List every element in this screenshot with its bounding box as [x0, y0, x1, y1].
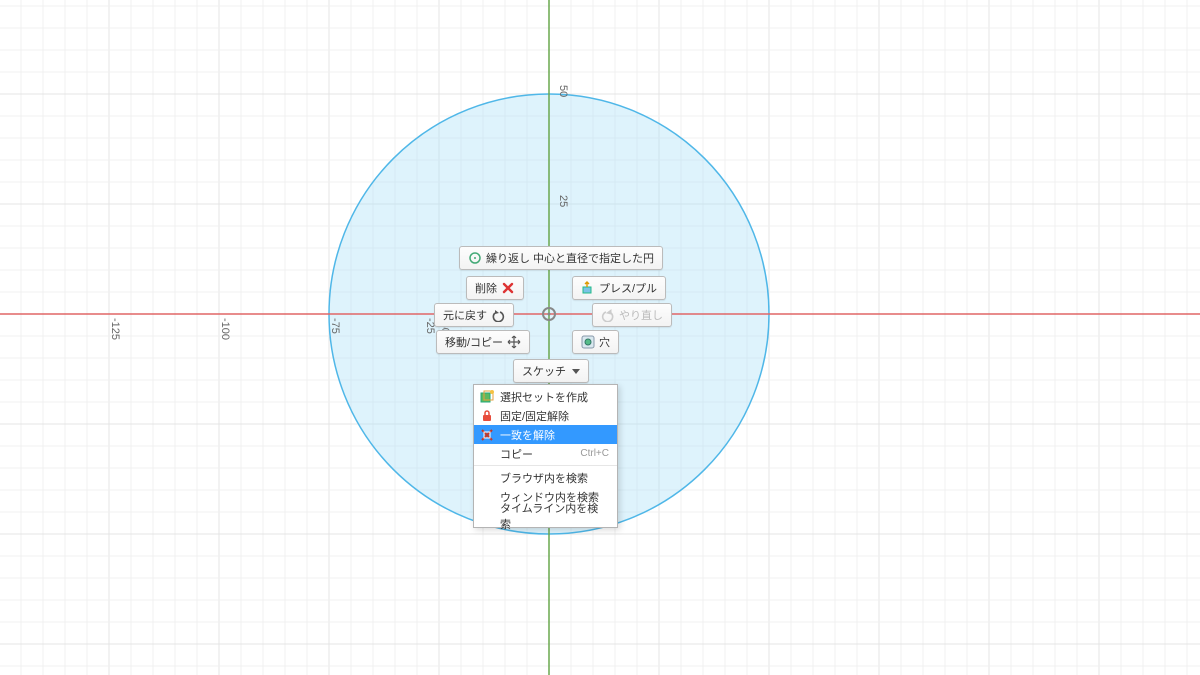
menu-item-break-coincident[interactable]: 一致を解除: [474, 425, 617, 444]
hole-button[interactable]: 穴: [572, 330, 619, 354]
tick-y-1: 25: [557, 195, 569, 207]
move-arrows-icon: [507, 335, 521, 349]
menu-item-fix-unfix[interactable]: 固定/固定解除: [474, 406, 617, 425]
sketch-dropdown-button[interactable]: スケッチ: [513, 359, 589, 383]
context-menu[interactable]: 選択セットを作成 固定/固定解除 一致を解除 コピー Ctrl+C ブラウザ内を…: [473, 384, 618, 528]
redo-label: やり直し: [619, 307, 663, 323]
press-pull-icon: [581, 281, 595, 295]
press-pull-button[interactable]: プレス/プル: [572, 276, 666, 300]
delete-label: 削除: [475, 280, 497, 296]
repeat-last-button[interactable]: 繰り返し 中心と直径で指定した円: [459, 246, 663, 270]
press-pull-label: プレス/プル: [599, 280, 657, 296]
menu-item-create-selection-set[interactable]: 選択セットを作成: [474, 387, 617, 406]
delete-x-icon: [501, 281, 515, 295]
sketch-canvas[interactable]: -125 -100 -75 -50 50 25 -25 繰り返し 中心と直径で指…: [0, 0, 1200, 675]
menu-separator: [474, 465, 617, 466]
chevron-down-icon: [572, 369, 580, 374]
menu-item-find-in-timeline[interactable]: タイムライン内を検索: [474, 506, 617, 525]
origin-marker-dot: [548, 313, 551, 316]
tick-x-2: -75: [329, 318, 341, 334]
hole-icon: [581, 335, 595, 349]
undo-arrow-icon: [491, 308, 505, 322]
move-copy-button[interactable]: 移動/コピー: [436, 330, 530, 354]
tick-x-0: -125: [109, 318, 121, 340]
move-copy-label: 移動/コピー: [445, 334, 503, 350]
copy-shortcut: Ctrl+C: [580, 448, 609, 459]
selection-set-icon: [480, 390, 494, 404]
repeat-last-label: 繰り返し 中心と直径で指定した円: [486, 250, 654, 266]
undo-button[interactable]: 元に戻す: [434, 303, 514, 327]
break-link-icon: [480, 428, 494, 442]
menu-item-find-in-browser[interactable]: ブラウザ内を検索: [474, 468, 617, 487]
delete-button[interactable]: 削除: [466, 276, 524, 300]
menu-item-copy[interactable]: コピー Ctrl+C: [474, 444, 617, 463]
circle-icon: [468, 251, 482, 265]
blank-icon: [480, 447, 494, 461]
tick-x-1: -100: [219, 318, 231, 340]
sketch-label: スケッチ: [522, 363, 566, 379]
hole-label: 穴: [599, 334, 610, 350]
redo-button[interactable]: やり直し: [592, 303, 672, 327]
lock-icon: [480, 409, 494, 423]
redo-arrow-icon: [601, 308, 615, 322]
tick-y-0: 50: [557, 85, 569, 97]
undo-label: 元に戻す: [443, 307, 487, 323]
